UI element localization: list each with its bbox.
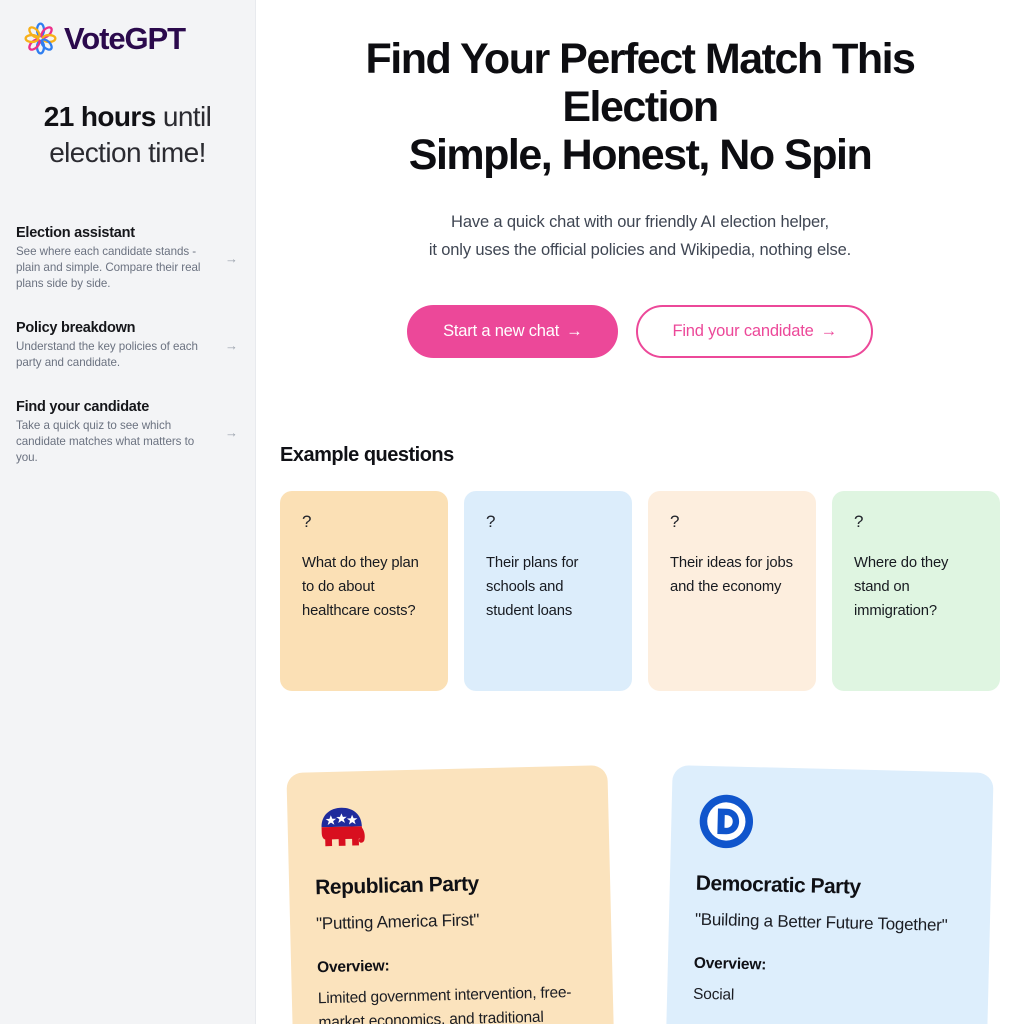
example-question-text: Where do they stand on immigration? [854,554,949,619]
party-name: Republican Party [314,871,479,899]
sidebar-item-title: Policy breakdown [16,319,136,336]
question-mark-icon: ? [302,511,312,531]
arrow-right-icon: → [225,337,238,353]
party-card-democratic[interactable]: Democratic Party "Building a Better Futu… [665,764,994,1024]
hero-section: Find Your Perfect Match This Election Si… [280,35,1000,358]
example-questions-grid: ? What do they plan to do about healthca… [280,490,1000,691]
flower-petal-logo-icon [24,22,57,55]
arrow-right-icon: → [225,424,238,440]
hero-actions: Start a new chat → Find your candidate → [280,304,1000,358]
party-overview-label: Overview: [316,956,390,976]
sidebar-item-text: Election assistant See where each candid… [16,225,219,292]
party-card-republican[interactable]: Republican Party "Putting America First"… [286,764,615,1024]
brand-logo[interactable]: VoteGPT [16,22,239,55]
party-overview-label: Overview: [693,953,767,973]
sidebar-item-election-assistant[interactable]: Election assistant See where each candid… [16,225,239,292]
sidebar-item-find-your-candidate[interactable]: Find your candidate Take a quick quiz to… [16,399,239,466]
brand-name: VoteGPT [64,21,186,56]
party-cards-row: Republican Party "Putting America First"… [280,764,1000,1024]
start-new-chat-label: Start a new chat [443,321,560,340]
example-question-text: What do they plan to do about healthcare… [302,554,419,619]
party-slogan: "Putting America First" [315,909,480,933]
example-question-text: Their ideas for jobs and the economy [670,554,793,595]
hero-subtitle-line1: Have a quick chat with our friendly AI e… [451,212,829,231]
election-countdown: 21 hours until election time! [16,99,239,171]
sidebar-item-text: Policy breakdown Understand the key poli… [16,320,219,371]
example-question-card[interactable]: ? Where do they stand on immigration? [832,490,1000,691]
question-mark-icon: ? [486,511,496,531]
start-new-chat-button[interactable]: Start a new chat → [407,304,619,358]
hero-subtitle: Have a quick chat with our friendly AI e… [280,208,1000,265]
example-questions-heading: Example questions [280,443,454,466]
find-your-candidate-button[interactable]: Find your candidate → [636,304,873,358]
sidebar-item-text: Find your candidate Take a quick quiz to… [16,399,219,466]
sidebar: VoteGPT 21 hours until election time! El… [0,0,256,1024]
example-question-card[interactable]: ? Their ideas for jobs and the economy [648,490,816,691]
example-question-card[interactable]: ? What do they plan to do about healthca… [280,490,448,691]
page-title: Find Your Perfect Match This Election Si… [290,35,990,180]
party-slogan: "Building a Better Future Together" [694,909,948,935]
arrow-right-icon: → [820,321,838,340]
party-overview-text: Social [692,984,735,1003]
countdown-amount: 21 hours [43,101,157,132]
arrow-right-icon: → [566,321,583,340]
sidebar-item-desc: See where each candidate stands - plain … [16,244,201,290]
sidebar-nav: Election assistant See where each candid… [16,225,239,466]
example-question-card[interactable]: ? Their plans for schools and student lo… [464,490,632,691]
example-question-text: Their plans for schools and student loan… [486,554,579,619]
question-mark-icon: ? [854,511,864,531]
sidebar-item-title: Find your candidate [16,398,150,415]
party-overview-text: Limited government intervention, free-ma… [317,983,572,1024]
sidebar-item-title: Election assistant [16,224,135,241]
hero-subtitle-line2: it only uses the official policies and W… [428,241,852,260]
page-title-line1: Find Your Perfect Match This Election [365,35,916,131]
question-mark-icon: ? [670,511,680,531]
democratic-d-icon [699,794,754,848]
arrow-right-icon: → [225,250,238,266]
republican-elephant-icon [321,807,365,846]
party-name: Democratic Party [695,871,861,899]
main-content: Find Your Perfect Match This Election Si… [256,0,1024,1024]
page-title-line2: Simple, Honest, No Spin [408,130,873,179]
sidebar-item-desc: Understand the key policies of each part… [16,339,198,369]
sidebar-item-desc: Take a quick quiz to see which candidate… [16,418,195,464]
app-root: VoteGPT 21 hours until election time! El… [0,0,1024,1024]
sidebar-item-policy-breakdown[interactable]: Policy breakdown Understand the key poli… [16,320,239,371]
find-your-candidate-label: Find your candidate [672,321,814,340]
